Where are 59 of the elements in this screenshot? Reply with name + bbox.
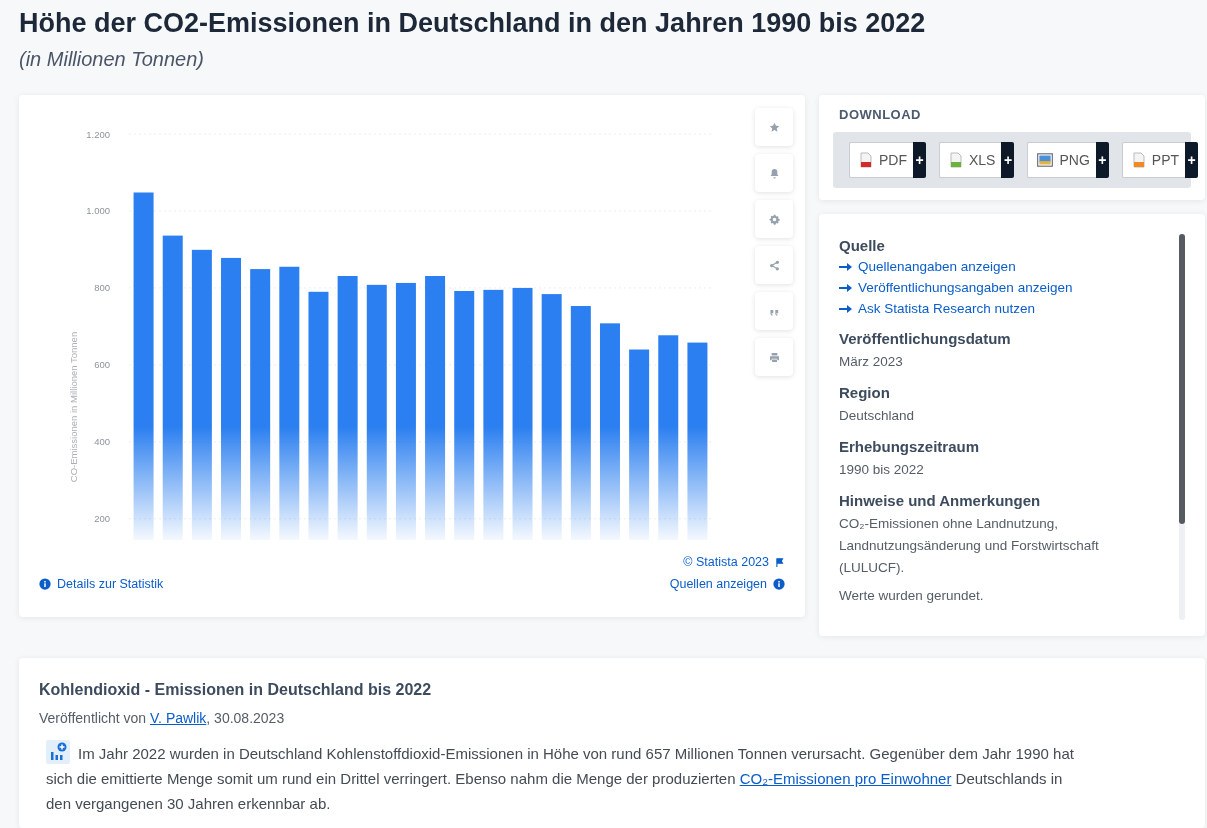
details-link[interactable]: Details zur Statistik — [39, 577, 164, 591]
page-subtitle: (in Millionen Tonnen) — [19, 47, 205, 72]
info-heading: Hinweise und Anmerkungen — [839, 491, 1042, 511]
section-title: DOWNLOAD — [839, 107, 922, 123]
info-heading: Veröffentlichungsdatum — [839, 329, 1012, 349]
sources-link[interactable]: Quellen anzeigen — [669, 577, 785, 591]
article-paragraph: Im Jahr 2022 wurden in Deutschland Kohlenstoffdioxid-Emissionen in Höhe von rund 657 Millionen Tonnen verursacht. Gegenüber dem Jahr 1990 hat sich die emittierte Menge somit um rund ein Drittel verringert. Ebenso nahm die Menge der produzierten CO₂-Emissionen pro Einwohner Deutschlands in den vergangenen 30 Jahren erkennbar ab. — [46, 740, 1081, 816]
axis-tick-label: 1.000 — [86, 205, 110, 217]
cite-button[interactable] — [755, 292, 793, 330]
document-icon — [1130, 151, 1147, 169]
info-heading: Quelle — [839, 236, 886, 256]
download-button[interactable]: PDF — [849, 142, 913, 178]
add-button[interactable]: + — [1001, 142, 1015, 178]
byline: Veröffentlicht von V. Pawlik, 30.08.2023 — [39, 709, 286, 728]
settings-icon — [767, 212, 781, 226]
axis-tick-label: 1.200 — [86, 128, 110, 140]
axis-tick-label: 600 — [94, 359, 110, 371]
info-text: 1990 bis 2022 — [839, 461, 925, 479]
settings-button[interactable] — [755, 200, 793, 238]
printer-icon — [767, 350, 781, 364]
info-text: Deutschland — [839, 407, 916, 425]
info-link[interactable]: Quellenangaben anzeigen — [839, 256, 1165, 277]
copyright-text: © Statista 2023 — [683, 555, 769, 569]
info-text: CO₂-Emissionen ohne Landnutzung, Landnutzungsänderung und Forstwirtschaft (LULUCF). — [839, 515, 1100, 577]
favorite-button[interactable] — [755, 108, 793, 146]
star-icon — [767, 120, 781, 134]
download-button[interactable]: PPT — [1121, 142, 1186, 178]
info-text: März 2023 — [839, 353, 904, 371]
flag-icon — [775, 556, 785, 568]
info-heading: Region — [839, 383, 891, 403]
notification-button[interactable] — [755, 154, 793, 192]
download-button[interactable]: XLS — [939, 142, 1002, 178]
download-button[interactable]: PNG — [1027, 142, 1096, 178]
info-text: Werte wurden gerundet. — [839, 587, 985, 605]
info-link[interactable]: Veröffentlichungsangaben anzeigen — [839, 277, 1165, 298]
axis-tick-label: 800 — [94, 282, 110, 294]
arrow-icon — [839, 283, 852, 292]
info-icon — [39, 578, 51, 590]
add-button[interactable]: + — [913, 142, 926, 178]
chart-plus-icon — [46, 740, 70, 764]
document-icon — [948, 151, 964, 169]
document-icon — [858, 151, 874, 169]
page-title: Höhe der CO2-Emissionen in Deutschland in den Jahren 1990 bis 2022 — [19, 8, 927, 38]
axis-title: CO-Emissionen in Millionen Tonnen — [68, 331, 79, 483]
info-heading: Erhebungszeitraum — [839, 437, 981, 457]
info-link[interactable]: Ask Statista Research nutzen — [839, 298, 1165, 319]
image-file-icon — [1036, 151, 1055, 169]
info-icon — [773, 578, 785, 590]
article-link[interactable]: CO₂-Emissionen pro Einwohner — [739, 770, 952, 787]
arrow-icon — [839, 262, 852, 271]
axis-tick-label: 400 — [94, 436, 110, 448]
article-title: Kohlendioxid - Emissionen in Deutschland bis 2022 — [39, 680, 433, 700]
add-button[interactable]: + — [1185, 142, 1199, 178]
arrow-icon — [839, 304, 852, 313]
share-icon — [767, 258, 781, 272]
axis-tick-label: 200 — [94, 513, 110, 525]
share-button[interactable] — [755, 246, 793, 284]
print-button[interactable] — [755, 338, 793, 376]
scrollbar[interactable] — [1179, 234, 1185, 620]
